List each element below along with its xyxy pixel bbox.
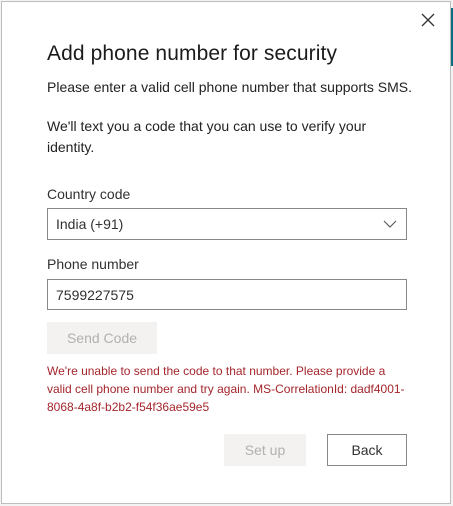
country-code-value: India (+91) — [56, 216, 124, 232]
phone-number-label: Phone number — [47, 256, 139, 272]
close-button[interactable] — [418, 10, 438, 30]
dialog-note: We'll text you a code that you can use t… — [47, 118, 367, 155]
close-icon — [421, 13, 435, 27]
phone-number-value: 7599227575 — [56, 286, 134, 303]
send-code-button[interactable]: Send Code — [47, 322, 157, 354]
add-phone-dialog: Add phone number for security Please ent… — [1, 1, 451, 504]
error-message: We're unable to send the code to that nu… — [47, 364, 405, 414]
chevron-down-icon — [383, 220, 397, 228]
setup-button[interactable]: Set up — [224, 434, 306, 466]
country-code-select[interactable]: India (+91) — [47, 208, 407, 240]
country-code-label: Country code — [47, 186, 131, 202]
dialog-description: Please enter a valid cell phone number t… — [47, 79, 412, 95]
dialog-title: Add phone number for security — [47, 42, 338, 65]
phone-number-input[interactable]: 7599227575 — [47, 279, 407, 310]
back-button[interactable]: Back — [327, 434, 407, 466]
